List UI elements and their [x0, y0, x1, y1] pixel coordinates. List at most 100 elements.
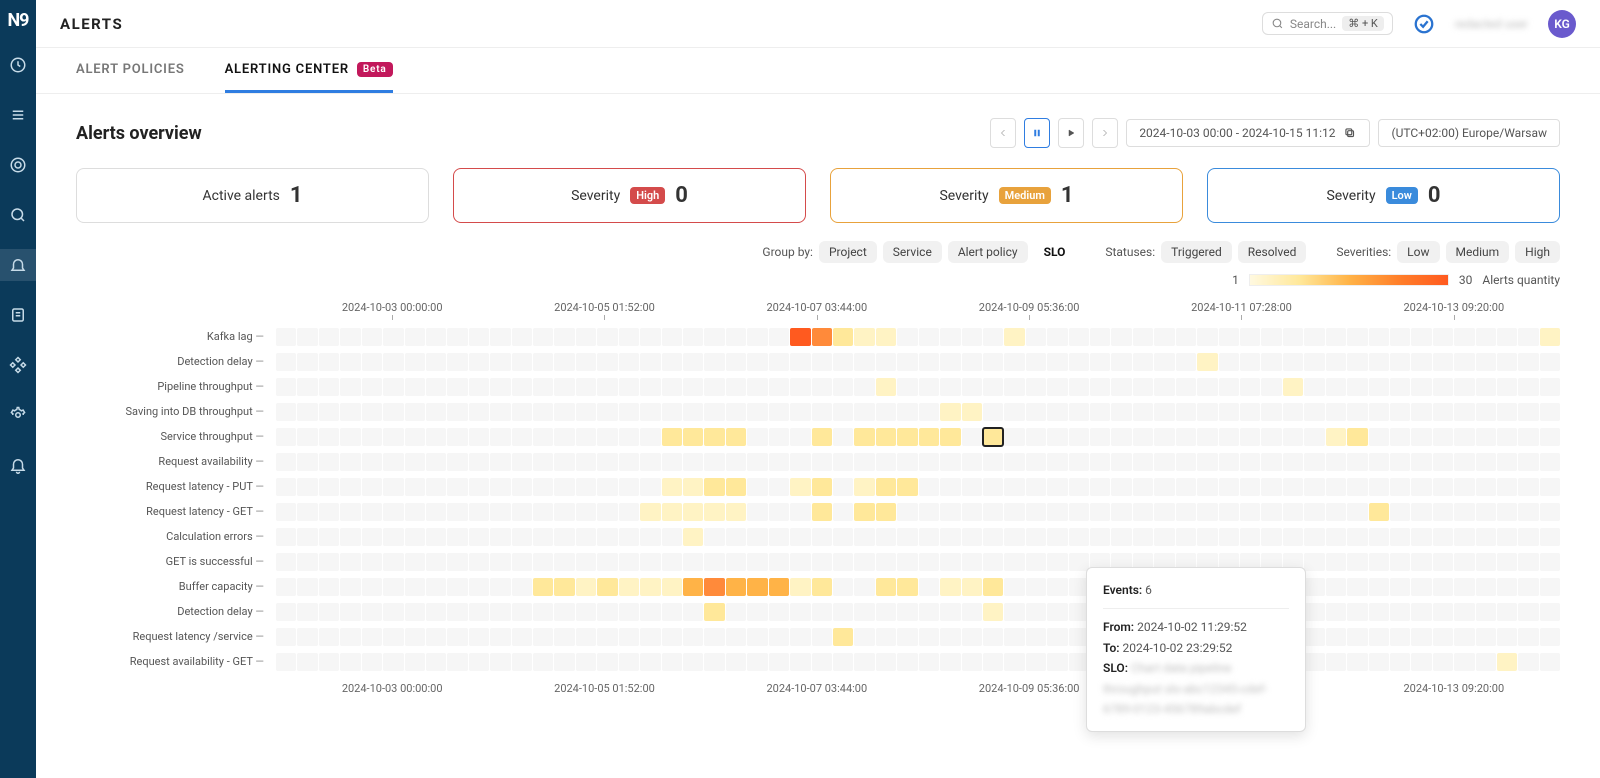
- heatmap-cell[interactable]: [640, 603, 660, 621]
- heatmap-cell[interactable]: [1411, 453, 1431, 471]
- heatmap-cell[interactable]: [490, 378, 510, 396]
- heatmap-cell[interactable]: [962, 453, 982, 471]
- heatmap-cell[interactable]: [726, 478, 746, 496]
- heatmap-cell[interactable]: [1304, 578, 1324, 596]
- heatmap-cell[interactable]: [405, 603, 425, 621]
- nav-list-icon[interactable]: [0, 99, 36, 131]
- heatmap-cell[interactable]: [597, 353, 617, 371]
- heatmap-cell[interactable]: [512, 603, 532, 621]
- timezone[interactable]: (UTC+02:00) Europe/Warsaw: [1378, 119, 1560, 147]
- heatmap-cell[interactable]: [833, 353, 853, 371]
- heatmap-cell[interactable]: [297, 353, 317, 371]
- heatmap-cell[interactable]: [554, 653, 574, 671]
- heatmap-cell[interactable]: [704, 428, 724, 446]
- heatmap-cell[interactable]: [790, 628, 810, 646]
- heatmap-cell[interactable]: [897, 353, 917, 371]
- heatmap-cell[interactable]: [447, 578, 467, 596]
- heatmap-cell[interactable]: [1411, 503, 1431, 521]
- heatmap-cell[interactable]: [683, 353, 703, 371]
- heatmap-cell[interactable]: [1369, 653, 1389, 671]
- heatmap-cell[interactable]: [1047, 378, 1067, 396]
- heatmap-cell[interactable]: [1390, 378, 1410, 396]
- heatmap-cell[interactable]: [426, 328, 446, 346]
- heatmap-cell[interactable]: [640, 353, 660, 371]
- heatmap-cell[interactable]: [1411, 553, 1431, 571]
- heatmap-cell[interactable]: [1240, 328, 1260, 346]
- heatmap-cell[interactable]: [897, 428, 917, 446]
- heatmap-cell[interactable]: [469, 403, 489, 421]
- heatmap-cell[interactable]: [1090, 478, 1110, 496]
- heatmap-cell[interactable]: [1454, 503, 1474, 521]
- heatmap-cell[interactable]: [983, 628, 1003, 646]
- heatmap-cell[interactable]: [962, 628, 982, 646]
- heatmap-cell[interactable]: [1176, 478, 1196, 496]
- nav-search-icon[interactable]: [0, 199, 36, 231]
- heatmap-cell[interactable]: [1154, 528, 1174, 546]
- heatmap-cell[interactable]: [726, 628, 746, 646]
- heatmap-cell[interactable]: [1154, 453, 1174, 471]
- time-prev-button[interactable]: [990, 118, 1016, 148]
- heatmap-cell[interactable]: [469, 578, 489, 596]
- heatmap-cell[interactable]: [1540, 528, 1560, 546]
- heatmap-cell[interactable]: [726, 453, 746, 471]
- heatmap-cell[interactable]: [319, 453, 339, 471]
- heatmap-cell[interactable]: [1476, 378, 1496, 396]
- heatmap-cell[interactable]: [426, 453, 446, 471]
- heatmap-cell[interactable]: [1454, 603, 1474, 621]
- pill-project[interactable]: Project: [819, 241, 877, 263]
- heatmap-cell[interactable]: [662, 478, 682, 496]
- heatmap-cell[interactable]: [1518, 453, 1538, 471]
- heatmap-cell[interactable]: [533, 628, 553, 646]
- heatmap-cell[interactable]: [983, 478, 1003, 496]
- heatmap-cell[interactable]: [704, 378, 724, 396]
- heatmap-cell[interactable]: [662, 503, 682, 521]
- heatmap-cell[interactable]: [1004, 428, 1024, 446]
- heatmap-cell[interactable]: [1069, 453, 1089, 471]
- heatmap-cell[interactable]: [447, 378, 467, 396]
- heatmap-cell[interactable]: [1176, 378, 1196, 396]
- heatmap-cell[interactable]: [1240, 478, 1260, 496]
- heatmap-cell[interactable]: [533, 578, 553, 596]
- heatmap-cell[interactable]: [619, 428, 639, 446]
- heatmap-cell[interactable]: [983, 553, 1003, 571]
- heatmap-cell[interactable]: [1219, 528, 1239, 546]
- heatmap-cell[interactable]: [297, 328, 317, 346]
- heatmap-cell[interactable]: [1540, 453, 1560, 471]
- heatmap-cell[interactable]: [426, 428, 446, 446]
- heatmap-cell[interactable]: [897, 453, 917, 471]
- heatmap-cell[interactable]: [1240, 528, 1260, 546]
- heatmap-cell[interactable]: [1176, 353, 1196, 371]
- heatmap-cell[interactable]: [640, 328, 660, 346]
- heatmap-cell[interactable]: [854, 378, 874, 396]
- heatmap-cell[interactable]: [1497, 478, 1517, 496]
- heatmap-cell[interactable]: [1176, 453, 1196, 471]
- heatmap-cell[interactable]: [383, 453, 403, 471]
- tab-alert-policies[interactable]: ALERT POLICIES: [76, 48, 185, 93]
- heatmap-cell[interactable]: [1540, 378, 1560, 396]
- heatmap-cell[interactable]: [554, 403, 574, 421]
- heatmap-cell[interactable]: [854, 628, 874, 646]
- heatmap-cell[interactable]: [490, 328, 510, 346]
- heatmap-cell[interactable]: [469, 503, 489, 521]
- pill-medium[interactable]: Medium: [1446, 241, 1510, 263]
- heatmap-cell[interactable]: [426, 553, 446, 571]
- heatmap-cell[interactable]: [1540, 428, 1560, 446]
- heatmap-cell[interactable]: [1283, 353, 1303, 371]
- heatmap-cell[interactable]: [1369, 578, 1389, 596]
- heatmap-cell[interactable]: [276, 403, 296, 421]
- heatmap-cell[interactable]: [1497, 578, 1517, 596]
- heatmap-cell[interactable]: [1197, 453, 1217, 471]
- heatmap-cell[interactable]: [276, 453, 296, 471]
- heatmap-cell[interactable]: [1240, 453, 1260, 471]
- heatmap-cell[interactable]: [919, 378, 939, 396]
- heatmap-cell[interactable]: [1390, 528, 1410, 546]
- heatmap-cell[interactable]: [576, 453, 596, 471]
- heatmap-cell[interactable]: [426, 578, 446, 596]
- heatmap-cell[interactable]: [512, 453, 532, 471]
- heatmap-cell[interactable]: [1004, 653, 1024, 671]
- heatmap-cell[interactable]: [1476, 528, 1496, 546]
- heatmap-cell[interactable]: [554, 503, 574, 521]
- heatmap-cell[interactable]: [1197, 478, 1217, 496]
- heatmap-cell[interactable]: [1111, 428, 1131, 446]
- heatmap-cell[interactable]: [919, 428, 939, 446]
